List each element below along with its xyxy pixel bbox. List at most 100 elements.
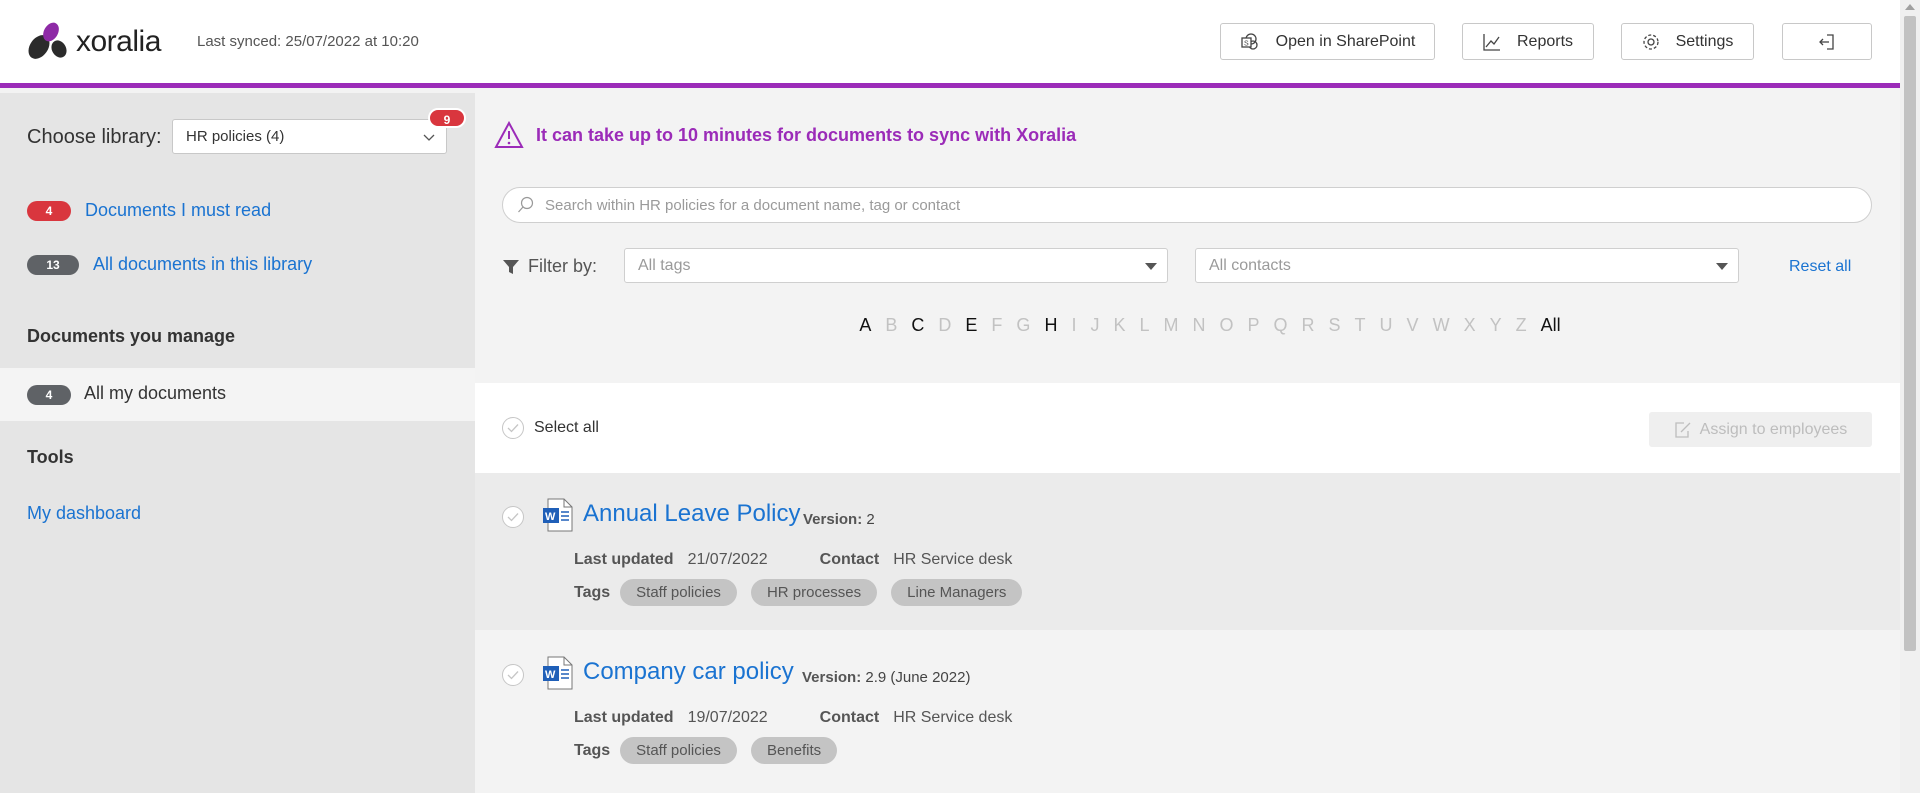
alphabet-letter-k: K <box>1113 315 1126 335</box>
sign-out-button[interactable] <box>1782 23 1872 60</box>
tags-dropdown-value: All tags <box>638 257 691 274</box>
caret-down-icon <box>1716 263 1728 270</box>
svg-text:S: S <box>1244 40 1249 47</box>
document-version: Version: 2 <box>803 511 875 528</box>
alphabet-letter-j: J <box>1090 315 1100 335</box>
document-version: Version: 2.9 (June 2022) <box>802 669 970 686</box>
app-header: xoralia Last synced: 25/07/2022 at 10:20… <box>0 0 1900 88</box>
reset-all-link[interactable]: Reset all <box>1789 258 1851 276</box>
warning-icon <box>494 121 524 148</box>
document-checkbox[interactable] <box>502 664 524 686</box>
alphabet-letter-b: B <box>885 315 898 335</box>
search-input[interactable] <box>545 196 1845 214</box>
check-icon <box>507 513 519 522</box>
document-tags: Tags Staff policies Benefits <box>574 737 851 764</box>
last-updated-label: Last updated <box>574 551 674 568</box>
scrollbar-thumb[interactable] <box>1904 16 1916 651</box>
contact-value: HR Service desk <box>893 709 1013 726</box>
tag-chip[interactable]: HR processes <box>750 579 878 606</box>
alphabet-letter-x: X <box>1463 315 1476 335</box>
check-icon <box>507 424 519 433</box>
filter-icon <box>503 259 519 274</box>
version-label: Version: <box>803 511 863 528</box>
filter-label: Filter by: <box>502 256 597 277</box>
alphabet-letter-d: D <box>938 315 952 335</box>
alphabet-letter-c[interactable]: C <box>911 315 924 336</box>
select-all-checkbox[interactable] <box>502 417 524 439</box>
sign-out-icon <box>1819 33 1834 50</box>
alphabet-letter-h[interactable]: H <box>1044 315 1057 336</box>
settings-button[interactable]: Settings <box>1621 23 1754 60</box>
alphabet-letter-u: U <box>1379 315 1393 335</box>
my-dashboard-link[interactable]: My dashboard <box>27 503 141 524</box>
alphabet-letter-q: Q <box>1273 315 1288 335</box>
select-all-control[interactable]: Select all <box>502 417 599 439</box>
reports-button-label: Reports <box>1516 32 1574 50</box>
choose-library-label: Choose library: <box>27 126 162 148</box>
word-document-icon: W <box>543 498 573 532</box>
alphabet-letter-l: L <box>1139 315 1150 335</box>
alphabet-letter-y: Y <box>1489 315 1502 335</box>
filter-label-text: Filter by: <box>528 256 598 276</box>
sidebar-item-all-documents[interactable]: 13 All documents in this library <box>27 254 312 275</box>
version-value: 2 <box>866 511 875 528</box>
assign-button-label: Assign to employees <box>1699 420 1848 438</box>
xoralia-logo[interactable]: xoralia <box>24 19 161 63</box>
last-synced-text: Last synced: 25/07/2022 at 10:20 <box>197 33 419 50</box>
alphabet-letter-r: R <box>1301 315 1315 335</box>
library-select-value: HR policies (4) <box>186 128 285 145</box>
main-content: It can take up to 10 minutes for documen… <box>475 93 1900 793</box>
alphabet-letter-o: O <box>1219 315 1234 335</box>
document-title-link[interactable]: Company car policy <box>583 658 794 686</box>
alphabet-letter-t: T <box>1354 315 1366 335</box>
alphabet-letter-all[interactable]: All <box>1541 315 1561 336</box>
contacts-dropdown-value: All contacts <box>1209 257 1291 274</box>
tag-chip[interactable]: Staff policies <box>620 579 737 606</box>
alphabet-letter-e[interactable]: E <box>965 315 977 336</box>
tag-chip[interactable]: Benefits <box>750 737 838 764</box>
sidebar-item-must-read[interactable]: 4 Documents I must read <box>27 200 271 221</box>
chart-line-icon <box>1483 33 1500 51</box>
document-row[interactable]: W Annual Leave Policy Version: 2 Last up… <box>475 473 1900 630</box>
documents-you-manage-heading: Documents you manage <box>27 326 236 346</box>
tag-chip[interactable]: Line Managers <box>891 579 1023 606</box>
logo-text: xoralia <box>76 25 161 58</box>
document-row[interactable]: W Company car policy Version: 2.9 (June … <box>475 631 1900 788</box>
alphabet-letter-n: N <box>1192 315 1206 335</box>
tools-heading: Tools <box>27 447 74 467</box>
contact-label: Contact <box>819 709 880 726</box>
alphabet-letter-a[interactable]: A <box>859 315 871 336</box>
alphabet-letter-i: I <box>1071 315 1077 335</box>
document-title-link[interactable]: Annual Leave Policy <box>583 500 800 528</box>
alphabet-filter: A B C D E F G H I J K L M N O P Q R S T U V W X Y Z All <box>475 315 1900 336</box>
last-updated-value: 21/07/2022 <box>687 551 768 568</box>
sidebar-item-my-documents[interactable]: 4 All my documents <box>0 368 475 421</box>
assign-to-employees-button[interactable]: Assign to employees <box>1649 412 1872 447</box>
all-documents-link[interactable]: All documents in this library <box>93 254 312 275</box>
alphabet-letter-m: M <box>1163 315 1179 335</box>
chevron-down-icon <box>423 134 435 141</box>
document-checkbox[interactable] <box>502 506 524 528</box>
alphabet-letter-g: G <box>1016 315 1031 335</box>
sharepoint-button-label: Open in SharePoint <box>1275 32 1416 50</box>
sync-alert-text: It can take up to 10 minutes for documen… <box>536 124 1077 145</box>
tags-dropdown[interactable]: All tags <box>624 248 1168 283</box>
reports-button[interactable]: Reports <box>1462 23 1594 60</box>
search-box[interactable] <box>502 187 1872 223</box>
document-tags: Tags Staff policies HR processes Line Ma… <box>574 579 1036 606</box>
library-notification-badge: 9 <box>428 108 466 128</box>
document-meta: Last updated 21/07/2022 Contact HR Servi… <box>574 551 1064 569</box>
vertical-scrollbar[interactable] <box>1900 0 1920 793</box>
tags-label: Tags <box>574 741 611 759</box>
scroll-up-arrow-icon[interactable] <box>1905 4 1915 10</box>
gear-icon <box>1642 33 1659 50</box>
open-in-sharepoint-button[interactable]: S Open in SharePoint <box>1220 23 1435 60</box>
contact-label: Contact <box>819 551 880 568</box>
tag-chip[interactable]: Staff policies <box>620 737 737 764</box>
version-label: Version: <box>802 669 862 686</box>
contacts-dropdown[interactable]: All contacts <box>1195 248 1739 283</box>
library-select[interactable]: HR policies (4) <box>172 119 447 154</box>
last-updated-value: 19/07/2022 <box>687 709 768 726</box>
must-read-link[interactable]: Documents I must read <box>85 200 271 221</box>
settings-button-label: Settings <box>1675 32 1734 50</box>
